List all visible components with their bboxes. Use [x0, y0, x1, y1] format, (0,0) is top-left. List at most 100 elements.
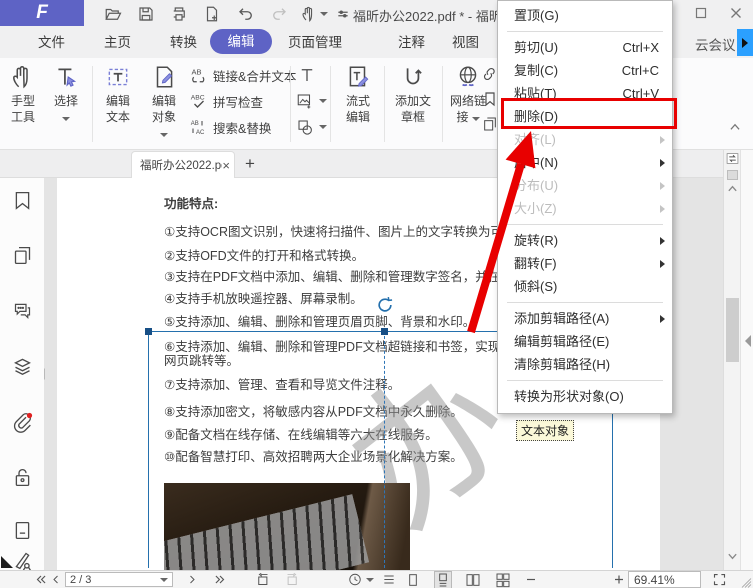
undo-icon[interactable] [237, 5, 255, 23]
page-number-input[interactable]: 2 / 3 [65, 572, 173, 587]
spell-check-button[interactable]: ABC 拼写检查 [190, 90, 263, 112]
menu-item-size[interactable]: 大小(Z) [498, 197, 672, 220]
zoom-in-icon[interactable] [613, 572, 625, 587]
read-mode-clock-icon[interactable] [348, 572, 362, 587]
add-shape-button[interactable] [296, 116, 327, 138]
scrollbar-box[interactable] [727, 170, 738, 180]
menu-item-distribute[interactable]: 分布(U) [498, 174, 672, 197]
selection-handle-topcenter[interactable] [381, 328, 388, 335]
menu-item-copy[interactable]: 复制(C) Ctrl+C [498, 59, 672, 82]
menu-item-align[interactable]: 对齐(L) [498, 128, 672, 151]
add-shape-dropdown-caret[interactable] [319, 125, 327, 129]
zoom-level-value: 69.41% [634, 572, 675, 587]
vertical-scrollbar[interactable] [723, 150, 740, 570]
hand-tool-button[interactable]: 手型工具 [2, 62, 44, 125]
facing-view-icon[interactable] [465, 572, 481, 588]
new-tab-button[interactable]: + [245, 154, 255, 174]
rotate-handle-icon[interactable] [375, 295, 395, 315]
shortcut-label: Ctrl+X [622, 40, 659, 55]
add-image-button[interactable] [296, 90, 327, 112]
copy-page-icon[interactable] [482, 116, 498, 132]
print-icon[interactable] [170, 5, 188, 23]
menu-item-flip[interactable]: 翻转(F) [498, 252, 672, 275]
select-tool-button[interactable]: 选择 [46, 62, 86, 124]
bookmark-small-icon[interactable] [482, 91, 498, 107]
edit-object-dropdown-caret[interactable] [160, 133, 168, 137]
menu-item-rotate[interactable]: 旋转(R) [498, 229, 672, 252]
menu-item-convert-to-shape[interactable]: 转换为形状对象(O) [498, 385, 672, 408]
menu-item-cut[interactable]: 剪切(U) Ctrl+X [498, 36, 672, 59]
redo-icon[interactable] [270, 5, 288, 23]
more-tabs-button[interactable] [737, 29, 753, 56]
link-merge-text-button[interactable]: AB 链接&合并文本 [190, 64, 297, 86]
security-panel-icon[interactable] [12, 467, 33, 488]
scroll-down-icon[interactable] [727, 552, 738, 561]
resize-grip[interactable] [740, 575, 752, 588]
previous-view-icon[interactable] [255, 572, 270, 587]
close-button[interactable] [727, 4, 745, 22]
next-view-icon[interactable] [285, 572, 300, 587]
scroll-up-icon[interactable] [727, 184, 738, 193]
add-text-button[interactable] [298, 64, 316, 86]
page-dropdown-caret[interactable] [160, 577, 168, 582]
selection-handle-topleft[interactable] [145, 328, 152, 335]
menu-item-center[interactable]: 居中(N) [498, 151, 672, 174]
menu-tab-home[interactable]: 主页 [104, 33, 131, 53]
zoom-level-input[interactable]: 69.41% [628, 571, 701, 588]
edit-object-button[interactable]: 编辑对象 [141, 62, 187, 140]
comments-panel-icon[interactable] [12, 300, 33, 321]
menu-item-clear-clip-path[interactable]: 清除剪辑路径(H) [498, 353, 672, 376]
flow-edit-button[interactable]: 流式编辑 [336, 62, 380, 125]
previous-page-icon[interactable] [50, 572, 62, 587]
pages-panel-icon[interactable] [12, 245, 33, 266]
clock-dropdown-caret[interactable] [366, 578, 374, 582]
signature-panel-icon[interactable] [12, 550, 33, 571]
menu-item-bring-to-front[interactable]: 置顶(G) [498, 4, 672, 27]
add-article-box-button[interactable]: 添加文章框 [388, 62, 438, 125]
facing-continuous-view-icon[interactable] [495, 572, 511, 588]
menu-tab-view[interactable]: 视图 [452, 33, 479, 53]
reading-mode-icon[interactable] [382, 572, 396, 587]
layers-panel-icon[interactable] [12, 355, 33, 376]
right-panel-expand-handle[interactable] [745, 335, 751, 347]
doc-line-6-wrap[interactable]: 网页跳转等。 [164, 350, 239, 369]
menu-item-edit-clip-path[interactable]: 编辑剪辑路径(E) [498, 330, 672, 353]
spell-check-icon: ABC [191, 95, 205, 108]
maximize-button[interactable] [692, 4, 710, 22]
document-tab[interactable]: 福昕办公2022.pdf * × [131, 151, 235, 178]
hand-dropdown-caret[interactable] [320, 12, 328, 16]
menu-item-add-clip-path[interactable]: 添加剪辑路径(A) [498, 307, 672, 330]
next-page-icon[interactable] [186, 572, 198, 587]
zoom-out-icon[interactable] [525, 572, 537, 587]
collapse-ribbon-icon[interactable] [728, 121, 742, 133]
scrollbar-thumb[interactable] [726, 298, 739, 362]
first-page-icon[interactable] [34, 572, 48, 587]
menu-tab-cloud-meeting[interactable]: 云会议 [695, 36, 736, 56]
link-icon[interactable] [482, 66, 498, 82]
search-replace-button[interactable]: AB AC 搜索&替换 [190, 116, 272, 138]
new-document-icon[interactable] [203, 5, 221, 23]
quick-access-customize-icon[interactable] [336, 5, 350, 23]
bookmarks-panel-icon[interactable] [12, 190, 33, 211]
select-dropdown-caret[interactable] [62, 117, 70, 121]
menu-tab-file[interactable]: 文件 [38, 33, 65, 53]
edit-text-button[interactable]: 编辑文本 [97, 62, 139, 125]
single-page-view-icon[interactable] [405, 572, 421, 588]
menu-item-shear[interactable]: 倾斜(S) [498, 275, 672, 298]
hand-gesture-icon[interactable] [300, 5, 318, 23]
continuous-view-icon[interactable] [434, 571, 452, 588]
fit-screen-icon[interactable] [712, 572, 727, 587]
open-file-icon[interactable] [104, 5, 122, 23]
add-image-dropdown-caret[interactable] [319, 99, 327, 103]
split-view-icon[interactable] [726, 151, 739, 166]
menu-tab-comment[interactable]: 注释 [398, 33, 425, 53]
tab-close-icon[interactable]: × [222, 158, 230, 173]
destinations-panel-icon[interactable] [12, 520, 33, 541]
save-icon[interactable] [137, 5, 155, 23]
last-page-icon[interactable] [213, 572, 227, 587]
menu-tab-convert[interactable]: 转换 [170, 33, 197, 53]
attachments-panel-icon[interactable] [12, 412, 33, 433]
menu-tab-edit-active[interactable]: 编辑 [210, 29, 272, 54]
web-link-dropdown-caret[interactable] [471, 117, 480, 121]
menu-tab-pages[interactable]: 页面管理 [288, 33, 342, 53]
